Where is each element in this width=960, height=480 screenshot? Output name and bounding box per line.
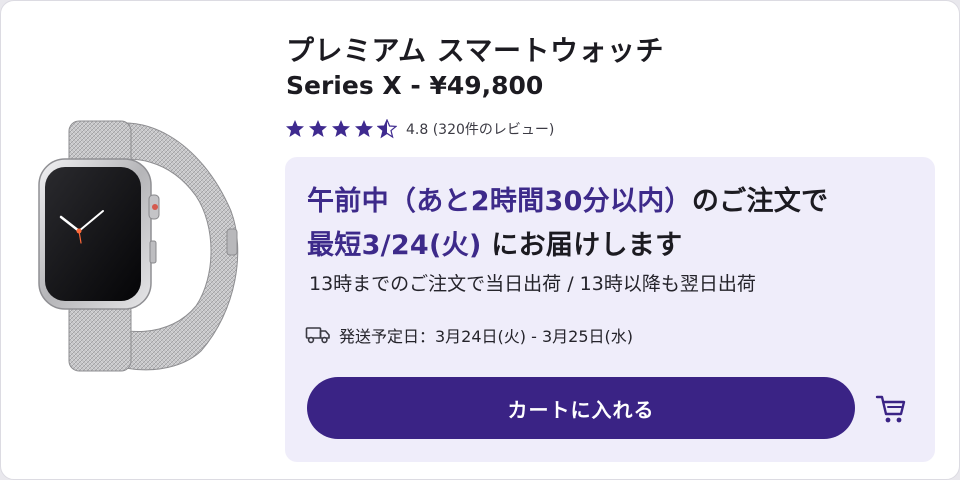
rating-stars	[285, 119, 400, 139]
ship-date-label: 発送予定日：3月24日(火) - 3月25日(水)	[339, 327, 633, 346]
truck-icon	[305, 327, 330, 344]
star-full-icon	[309, 120, 327, 137]
add-to-cart-button[interactable]: カートに入れる	[307, 377, 855, 439]
earliest-delivery-suffix: にお届けします	[481, 230, 683, 261]
delivery-headline-line1: 午前中（あと2時間30分以内）のご注文で	[307, 179, 828, 218]
product-price-line: Series X - ¥49,800	[286, 71, 544, 100]
rating-row[interactable]: 4.8 (320件のレビュー)	[285, 118, 554, 140]
product-title: プレミアム スマートウォッチ	[286, 34, 664, 67]
star-half-icon	[377, 119, 397, 139]
star-full-icon	[286, 120, 304, 137]
star-full-icon	[355, 120, 373, 137]
order-deadline: 午前中（あと2時間30分以内）	[307, 186, 692, 217]
delivery-info-panel: 午前中（あと2時間30分以内）のご注文で 最短3/24(火) にお届けします 1…	[285, 157, 935, 462]
earliest-delivery-date: 最短3/24(火)	[307, 230, 482, 261]
delivery-headline-line2: 最短3/24(火) にお届けします	[307, 223, 682, 262]
product-card: プレミアム スマートウォッチ Series X - ¥49,800 4.8 (3…	[0, 0, 960, 480]
order-deadline-suffix: のご注文で	[691, 186, 829, 217]
star-full-icon	[332, 120, 350, 137]
cart-glyph	[875, 395, 906, 423]
smartwatch-image	[38, 120, 239, 372]
shipping-cutoff-note: 13時までのご注文で当日出荷 / 13時以降も翌日出荷	[309, 273, 756, 295]
rating-label[interactable]: 4.8 (320件のレビュー)	[406, 119, 554, 139]
ship-date-row: 発送予定日：3月24日(火) - 3月25日(水)	[305, 323, 633, 347]
cart-icon[interactable]	[871, 389, 911, 429]
